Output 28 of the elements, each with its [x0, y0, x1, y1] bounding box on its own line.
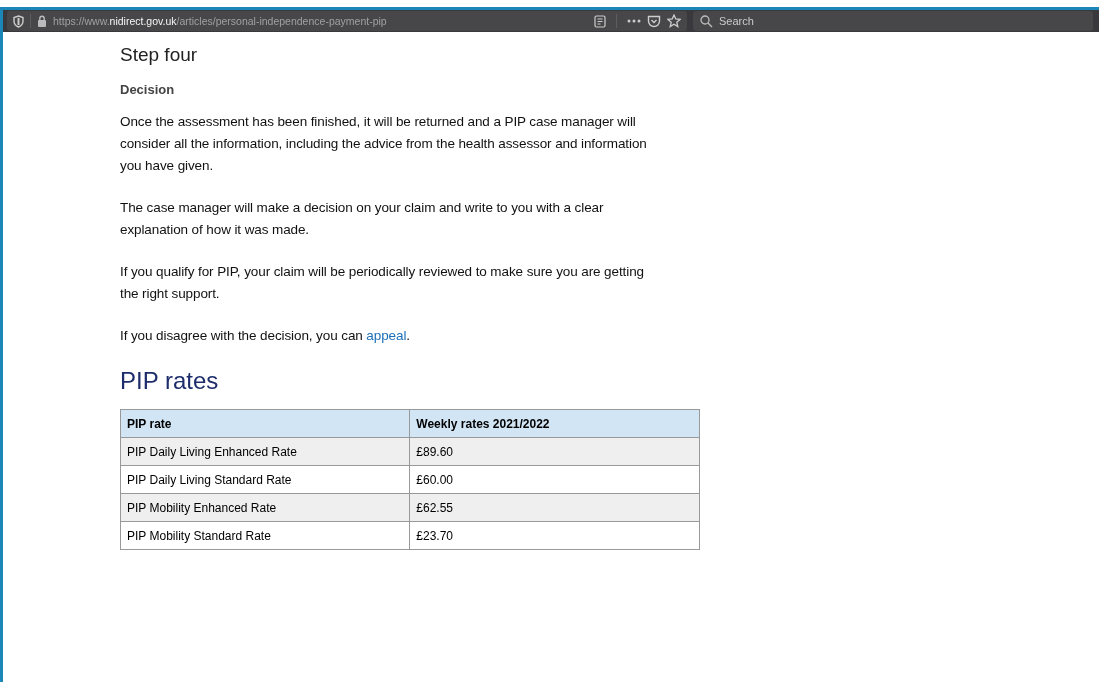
paragraph: If you qualify for PIP, your claim will be periodically reviewed to make sure you are getting the right support.: [120, 263, 645, 303]
table-cell: £23.70: [409, 521, 700, 550]
table-cell: £62.55: [409, 493, 700, 522]
table-cell: £89.60: [409, 437, 700, 466]
paragraph: The case manager will make a decision on your claim and write to you with a clear explanation of how it was made.: [120, 199, 605, 239]
search-field[interactable]: Search: [719, 13, 919, 29]
section-heading: Step four: [120, 44, 199, 66]
lock-icon[interactable]: [37, 15, 47, 27]
section-heading: PIP rates: [120, 367, 220, 395]
column-header: Weekly rates 2021/2022: [409, 409, 700, 438]
address-bar[interactable]: https://www.nidirect.gov.uk/articles/personal-independence-payment-pip: [7, 11, 687, 31]
subheading: Decision: [120, 82, 176, 97]
reader-view-icon[interactable]: [594, 14, 606, 28]
paragraph: Once the assessment has been finished, it will be returned and a PIP case manager will consider all the information, including the advice from the health assessor and information you have given.: [120, 113, 648, 175]
table-cell: £60.00: [409, 465, 700, 494]
table-cell: PIP Mobility Standard Rate: [120, 521, 410, 550]
star-icon[interactable]: [667, 14, 681, 28]
search-bar[interactable]: Search: [693, 11, 1093, 31]
paragraph: If you disagree with the decision, you can appeal.: [120, 327, 411, 345]
table-cell: PIP Daily Living Standard Rate: [120, 465, 410, 494]
shield-icon[interactable]: [13, 14, 24, 28]
pocket-icon[interactable]: [647, 14, 661, 28]
url-text[interactable]: https://www.nidirect.gov.uk/articles/personal-independence-payment-pip: [53, 15, 387, 27]
search-icon[interactable]: [700, 14, 713, 28]
column-header: PIP rate: [120, 409, 410, 438]
table-cell: PIP Daily Living Enhanced Rate: [120, 437, 410, 466]
table-cell: PIP Mobility Enhanced Rate: [120, 493, 410, 522]
more-icon[interactable]: [627, 19, 641, 23]
